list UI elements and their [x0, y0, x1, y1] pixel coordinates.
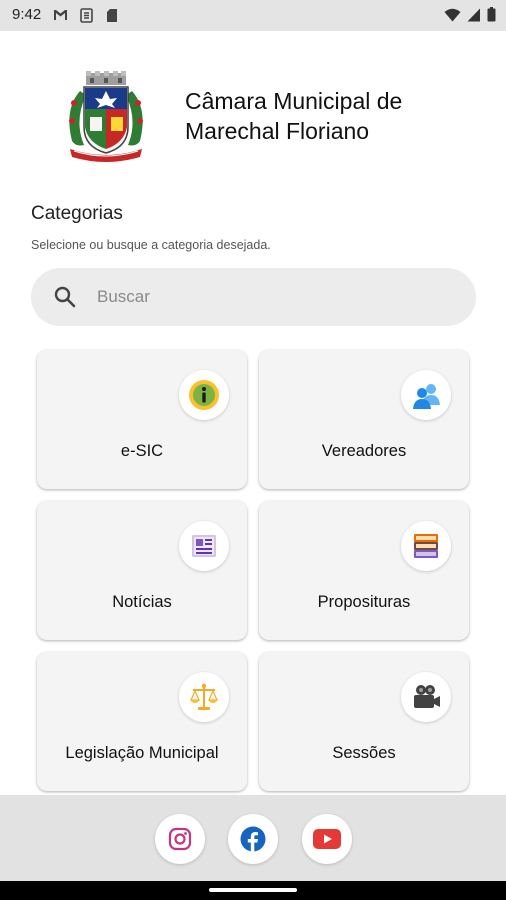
- card-icon-wrapper: [401, 672, 451, 722]
- people-icon: [413, 384, 440, 409]
- card-e-sic[interactable]: e-SIC: [37, 350, 247, 489]
- sd-card-icon: [107, 9, 117, 22]
- home-handle[interactable]: [209, 888, 297, 892]
- card-label: e-SIC: [120, 442, 164, 460]
- app-title: Câmara Municipal de Marechal Floriano: [185, 88, 403, 144]
- card-label: Proposituras: [317, 593, 411, 611]
- youtube-button[interactable]: [302, 814, 352, 864]
- newspaper-icon: [192, 535, 216, 557]
- card-legislacao-municipal[interactable]: Legislação Municipal: [37, 652, 247, 791]
- facebook-button[interactable]: [228, 814, 278, 864]
- card-sessoes[interactable]: Sessões: [259, 652, 469, 791]
- status-time: 9:42: [12, 6, 42, 23]
- instagram-button[interactable]: [155, 814, 205, 864]
- card-icon-wrapper: [401, 521, 451, 571]
- card-label: Vereadores: [321, 442, 407, 460]
- sync-icon: [80, 8, 93, 23]
- search-icon[interactable]: [53, 285, 77, 309]
- battery-icon: [487, 7, 496, 22]
- card-icon-wrapper: [179, 521, 229, 571]
- video-camera-icon: [414, 685, 440, 708]
- scales-icon: [190, 683, 218, 710]
- signal-icon: [467, 8, 480, 21]
- social-bar: [0, 795, 506, 881]
- card-noticias[interactable]: Notícias: [37, 501, 247, 640]
- card-icon-wrapper: [401, 370, 451, 420]
- app-header: Câmara Municipal de Marechal Floriano: [0, 31, 506, 191]
- search-bar[interactable]: [31, 268, 476, 326]
- categories-subtitle: Selecione ou busque a categoria desejada…: [31, 238, 271, 252]
- card-icon-wrapper: [179, 672, 229, 722]
- status-bar: 9:42: [0, 0, 506, 31]
- card-icon-wrapper: [179, 370, 229, 420]
- card-vereadores[interactable]: Vereadores: [259, 350, 469, 489]
- card-label: Notícias: [112, 593, 172, 611]
- facebook-icon: [240, 826, 266, 852]
- status-right-icons: [444, 7, 496, 22]
- categories-title: Categorias: [31, 203, 123, 224]
- wifi-icon: [444, 8, 461, 21]
- gmail-icon: [54, 10, 67, 20]
- card-label: Legislação Municipal: [65, 744, 219, 762]
- card-label: Sessões: [332, 744, 396, 762]
- info-icon: [189, 380, 219, 410]
- youtube-icon: [313, 829, 341, 849]
- instagram-icon: [168, 827, 192, 851]
- search-input[interactable]: [97, 268, 457, 326]
- card-proposituras[interactable]: Proposituras: [259, 501, 469, 640]
- system-nav-bar: [0, 881, 506, 900]
- books-icon: [414, 534, 438, 558]
- municipal-crest-icon: [69, 71, 143, 162]
